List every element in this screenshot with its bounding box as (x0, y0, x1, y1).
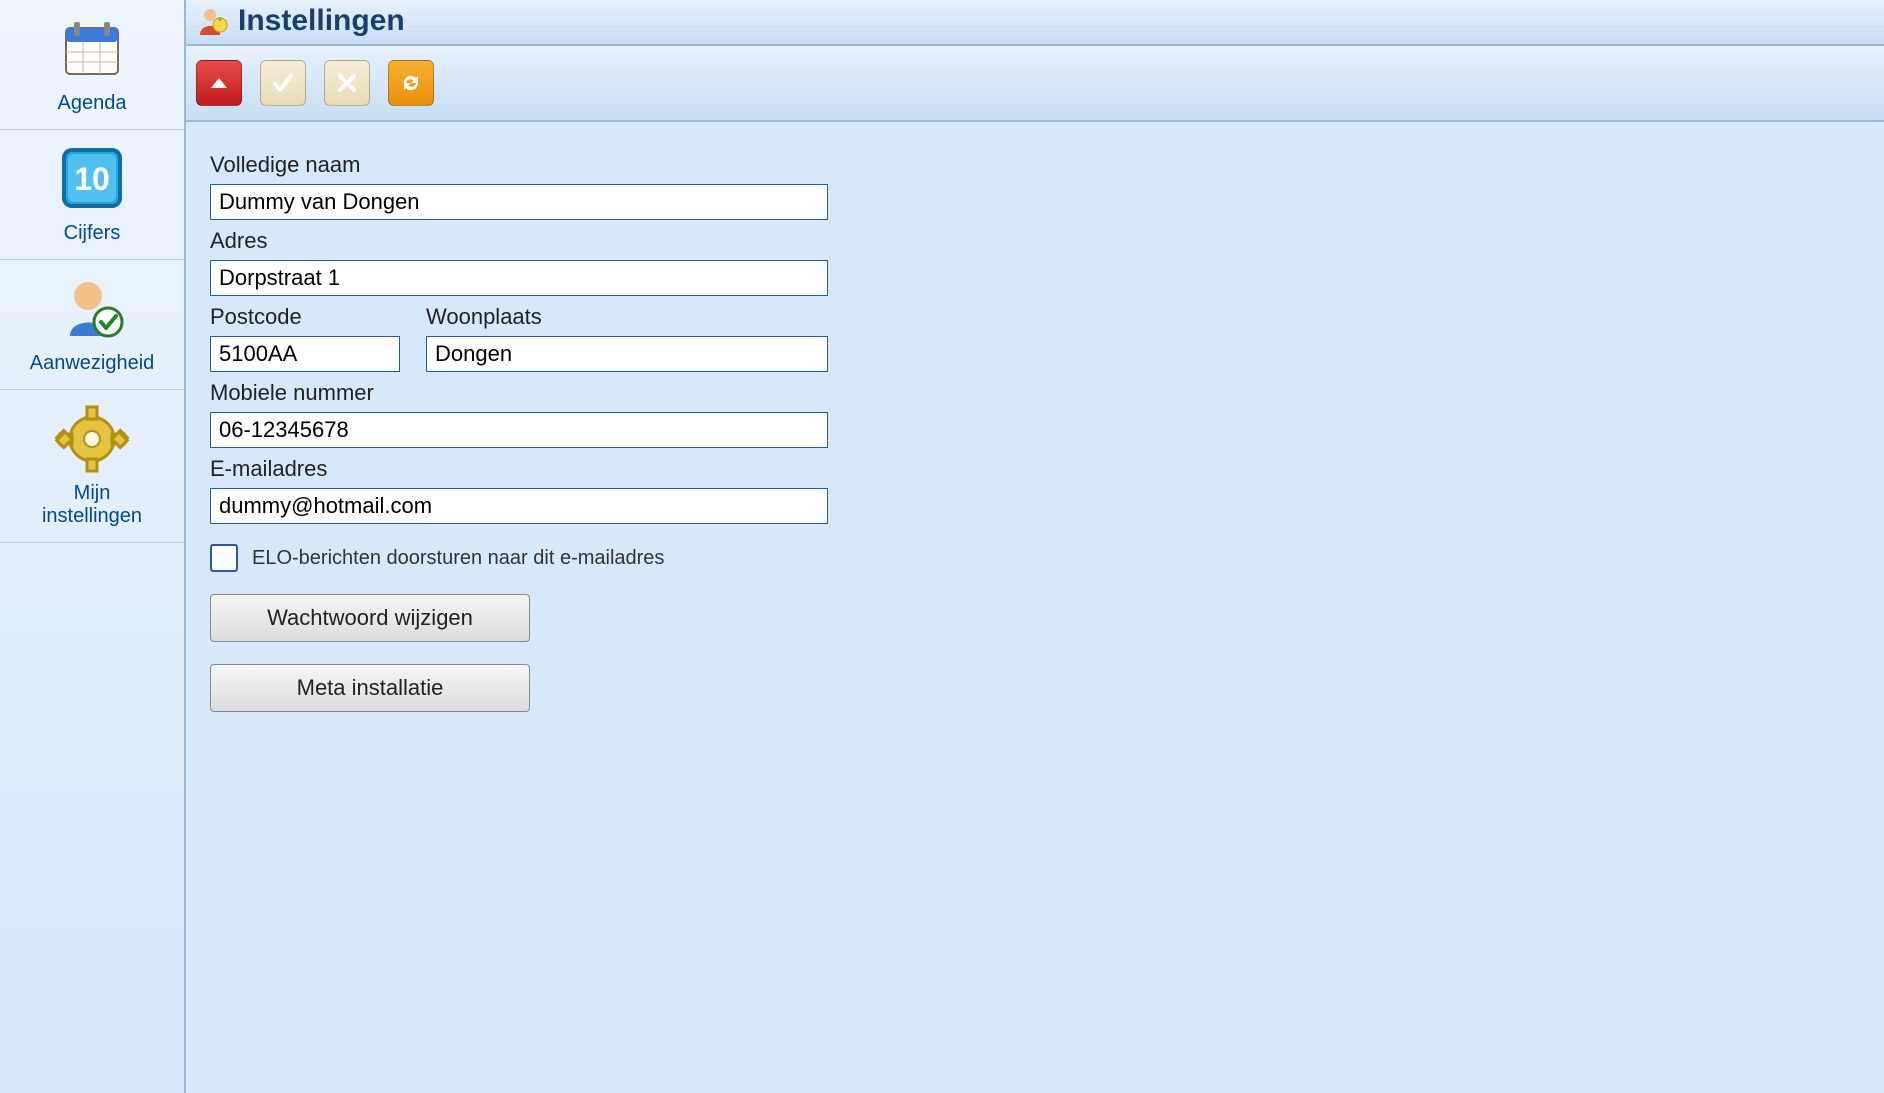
sidebar-item-label: Aanwezigheid (4, 352, 180, 375)
sidebar-item-label: Mijn instellingen (4, 482, 180, 528)
sidebar-item-label: Cijfers (4, 222, 180, 245)
address-label: Adres (210, 228, 1860, 254)
refresh-icon (399, 71, 423, 95)
forward-checkbox-label: ELO-berichten doorsturen naar dit e-mail… (252, 547, 664, 570)
sidebar-item-label: Agenda (4, 92, 180, 115)
gear-icon (52, 404, 132, 474)
address-input[interactable] (210, 260, 828, 296)
forward-checkbox[interactable] (210, 544, 238, 572)
score-number: 10 (74, 161, 110, 197)
fullname-label: Volledige naam (210, 152, 1860, 178)
confirm-button[interactable] (260, 60, 306, 106)
cancel-button[interactable] (324, 60, 370, 106)
sidebar-item-mijn-instellingen[interactable]: Mijn instellingen (0, 390, 184, 543)
city-input[interactable] (426, 336, 828, 372)
sidebar-item-agenda[interactable]: Agenda (0, 0, 184, 130)
calendar-icon (52, 14, 132, 84)
mobile-input[interactable] (210, 412, 828, 448)
postcode-label: Postcode (210, 304, 400, 330)
change-password-button[interactable]: Wachtwoord wijzigen (210, 594, 530, 642)
titlebar: Instellingen (186, 0, 1884, 46)
sidebar-item-cijfers[interactable]: 10 Cijfers (0, 130, 184, 260)
toolbar (186, 46, 1884, 122)
meta-installation-button[interactable]: Meta installatie (210, 664, 530, 712)
triangle-up-icon (208, 72, 230, 94)
fullname-input[interactable] (210, 184, 828, 220)
sidebar: Agenda 10 Cijfers Aanwezigheid (0, 0, 186, 1093)
person-check-icon (52, 274, 132, 344)
page-title: Instellingen (238, 4, 405, 38)
form-content: Volledige naam Adres Postcode Woonplaats… (186, 122, 1884, 734)
settings-user-icon (196, 5, 228, 37)
mobile-label: Mobiele nummer (210, 380, 1860, 406)
city-label: Woonplaats (426, 304, 828, 330)
close-icon (336, 72, 358, 94)
score-badge-icon: 10 (52, 144, 132, 214)
check-icon (271, 71, 295, 95)
postcode-input[interactable] (210, 336, 400, 372)
email-label: E-mailadres (210, 456, 1860, 482)
refresh-button[interactable] (388, 60, 434, 106)
main-area: Instellingen Volle (186, 0, 1884, 1093)
collapse-button[interactable] (196, 60, 242, 106)
email-input[interactable] (210, 488, 828, 524)
sidebar-item-aanwezigheid[interactable]: Aanwezigheid (0, 260, 184, 390)
